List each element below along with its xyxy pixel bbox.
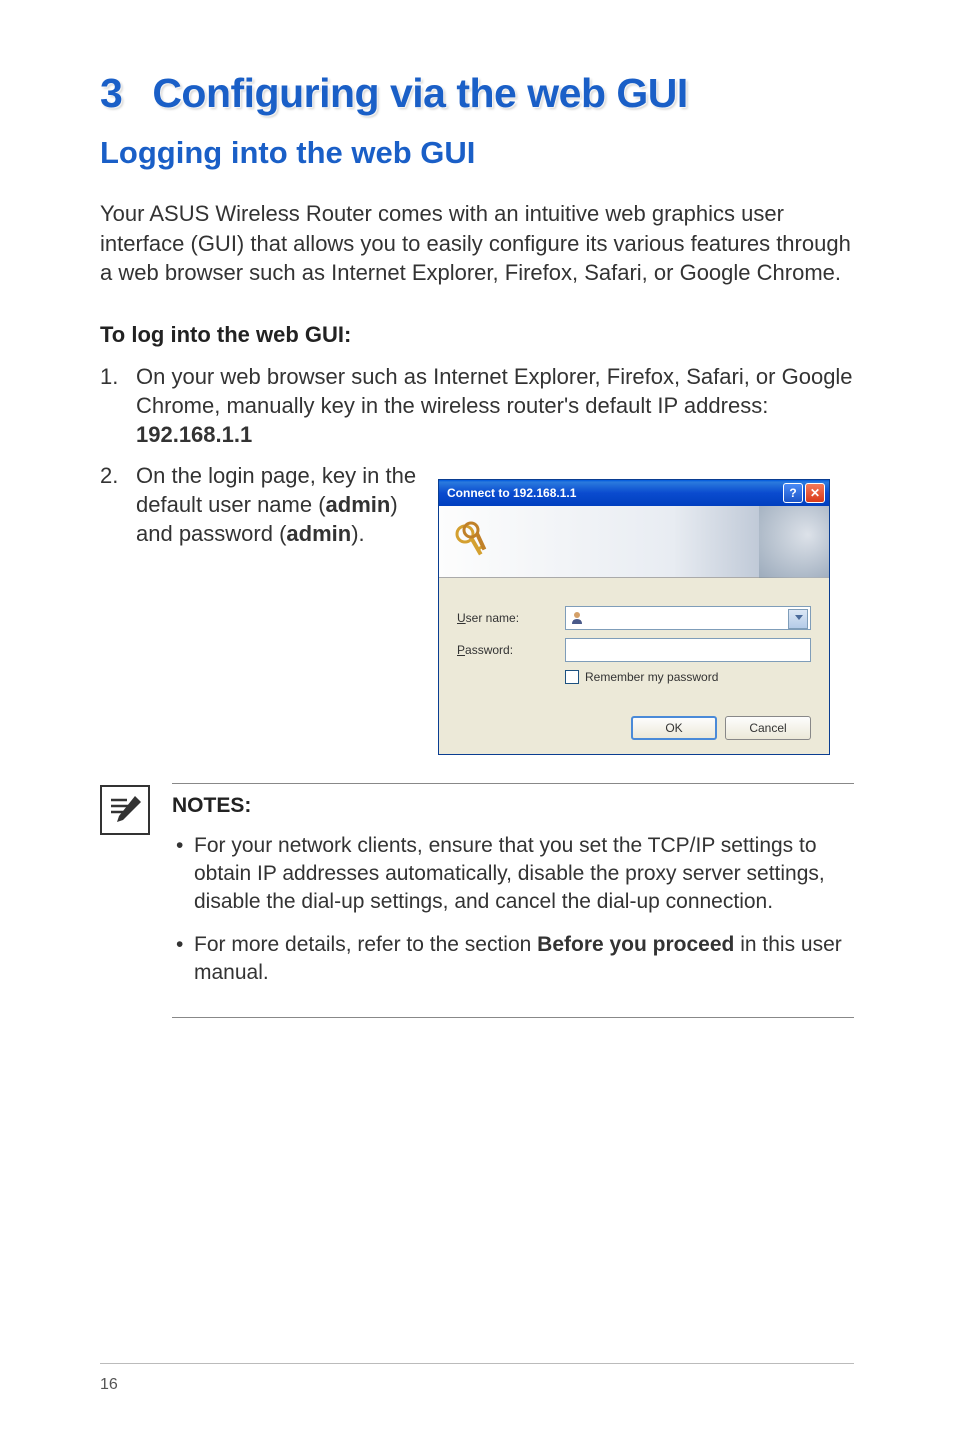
- remember-checkbox[interactable]: [565, 670, 579, 684]
- page-number: 16: [100, 1376, 118, 1394]
- procedure-subheading: To log into the web GUI:: [100, 322, 854, 348]
- step-2-number: 2.: [100, 461, 118, 490]
- password-input[interactable]: [565, 638, 811, 662]
- step-2-admin2: admin: [286, 521, 351, 546]
- password-label: Password:: [457, 643, 565, 657]
- notes-heading: NOTES:: [172, 794, 854, 818]
- notes-icon: [100, 785, 150, 835]
- username-label: User name:: [457, 611, 565, 625]
- help-button[interactable]: ?: [783, 483, 803, 503]
- dropdown-arrow-icon: [795, 615, 803, 620]
- section-title: Logging into the web GUI: [100, 135, 854, 171]
- step-1-text: On your web browser such as Internet Exp…: [136, 364, 853, 418]
- keys-icon: [451, 520, 495, 564]
- close-button[interactable]: ✕: [805, 483, 825, 503]
- step-1-number: 1.: [100, 362, 118, 391]
- step-2: 2. On the login page, key in the default…: [100, 461, 420, 743]
- footer-rule: [100, 1363, 854, 1364]
- step-1-ip: 192.168.1.1: [136, 422, 252, 447]
- chapter-number: 3: [100, 70, 122, 117]
- step-2-text-c: ).: [351, 521, 364, 546]
- login-dialog: Connect to 192.168.1.1 ? ✕ User name:: [438, 479, 830, 755]
- step-1: 1. On your web browser such as Internet …: [100, 362, 854, 449]
- notes-bullet-2: For more details, refer to the section B…: [172, 931, 854, 986]
- dialog-titlebar: Connect to 192.168.1.1 ? ✕: [439, 480, 829, 506]
- notes-bullet-1: For your network clients, ensure that yo…: [172, 832, 854, 915]
- intro-paragraph: Your ASUS Wireless Router comes with an …: [100, 199, 854, 288]
- user-head-icon: [570, 611, 584, 625]
- username-input[interactable]: [565, 606, 811, 630]
- cancel-button[interactable]: Cancel: [725, 716, 811, 740]
- chapter-title: 3 Configuring via the web GUI: [100, 70, 854, 117]
- remember-label: Remember my password: [585, 670, 718, 684]
- dialog-title: Connect to 192.168.1.1: [447, 486, 576, 500]
- chapter-title-text: Configuring via the web GUI: [152, 70, 687, 116]
- dialog-banner: [439, 506, 829, 578]
- ok-button[interactable]: OK: [631, 716, 717, 740]
- step-2-admin1: admin: [326, 492, 391, 517]
